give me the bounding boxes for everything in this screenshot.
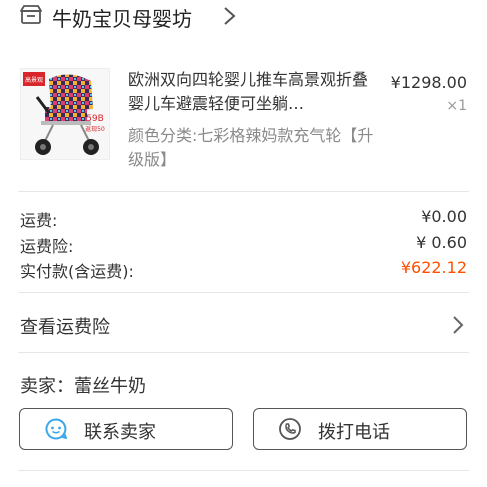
thumb-price: 59B bbox=[86, 114, 104, 124]
call-label: 拨打电话 bbox=[318, 422, 390, 443]
divider bbox=[18, 352, 469, 353]
chevron-right-icon[interactable] bbox=[222, 5, 238, 27]
product-sku: 颜色分类:七彩格辣妈款充气轮【升级版】 bbox=[128, 126, 374, 169]
chat-bubble-icon bbox=[44, 417, 68, 441]
call-button[interactable]: 拨打电话 bbox=[253, 408, 467, 450]
shipping-fee-value: ¥0.00 bbox=[421, 207, 467, 226]
seller-name: 卖家：蕾丝牛奶 bbox=[20, 376, 146, 397]
product-title[interactable]: 欧洲双向四轮婴儿推车高景观折叠婴儿车避震轻便可坐躺… bbox=[128, 68, 376, 116]
divider bbox=[18, 470, 469, 471]
product-thumbnail[interactable]: 高景观 59B 返现50 bbox=[20, 68, 110, 160]
divider bbox=[18, 191, 469, 192]
thumb-sub: 返现50 bbox=[85, 126, 105, 133]
shipping-insurance-label: 运费险: bbox=[20, 237, 74, 256]
contact-seller-label: 联系卖家 bbox=[84, 422, 156, 443]
phone-icon bbox=[278, 417, 302, 441]
product-price: ¥1298.00 bbox=[390, 73, 467, 92]
total-paid-label: 实付款(含运费): bbox=[20, 262, 134, 281]
divider bbox=[18, 292, 469, 293]
product-quantity: ×1 bbox=[446, 98, 467, 114]
shop-header[interactable]: 牛奶宝贝母婴坊 bbox=[0, 0, 487, 38]
view-insurance-label[interactable]: 查看运费险 bbox=[20, 313, 110, 339]
shop-icon bbox=[20, 5, 42, 25]
contact-seller-button[interactable]: 联系卖家 bbox=[19, 408, 233, 450]
shipping-insurance-value: ¥ 0.60 bbox=[416, 233, 467, 252]
chevron-right-icon[interactable] bbox=[451, 314, 465, 336]
thumb-badge: 高景观 bbox=[25, 76, 43, 84]
shop-name[interactable]: 牛奶宝贝母婴坊 bbox=[52, 3, 192, 32]
total-paid-value: ¥622.12 bbox=[400, 258, 467, 277]
shipping-fee-label: 运费: bbox=[20, 211, 58, 230]
